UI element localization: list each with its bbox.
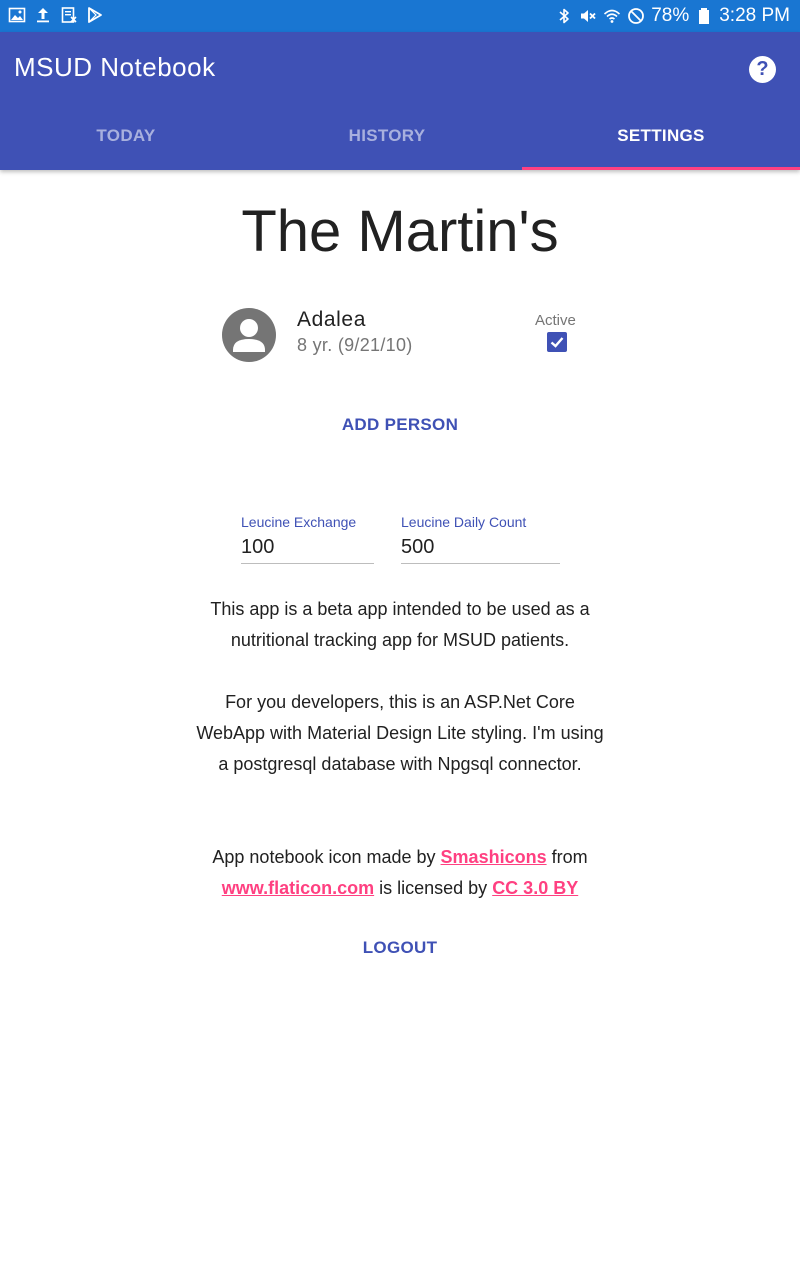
flaticon-link[interactable]: www.flaticon.com [222, 878, 374, 898]
mute-icon [579, 7, 597, 25]
credit-prefix: App notebook icon made by [212, 847, 441, 867]
leucine-exchange-label: Leucine Exchange [241, 514, 357, 530]
tab-history[interactable]: HISTORY [252, 102, 522, 170]
system-icons: 78% 3:28 PM [555, 0, 790, 32]
help-button[interactable]: ? [749, 56, 776, 83]
tab-bar: TODAY HISTORY SETTINGS [0, 102, 800, 170]
credit-from: from [546, 847, 588, 867]
document-icon [60, 6, 78, 24]
person-name: Adalea [297, 308, 366, 331]
battery-percent: 78% [651, 5, 690, 26]
clock: 3:28 PM [719, 5, 790, 26]
developer-notice: For you developers, this is an ASP.Net C… [196, 692, 604, 774]
person-row: Adalea 8 yr. (9/21/10) Active [222, 306, 592, 366]
upload-icon [34, 6, 52, 24]
app-title: MSUD Notebook [14, 52, 216, 82]
tab-settings[interactable]: SETTINGS [522, 102, 800, 170]
help-icon: ? [756, 58, 769, 80]
wifi-icon [603, 7, 621, 25]
person-age: 8 yr. (9/21/10) [297, 335, 413, 355]
image-icon [8, 6, 26, 24]
active-label: Active [535, 312, 576, 329]
battery-icon [695, 7, 713, 25]
logout-button[interactable]: LOGOUT [0, 938, 800, 958]
active-checkbox[interactable] [547, 332, 567, 352]
icon-credit: App notebook icon made by Smashicons fro… [190, 842, 610, 904]
beta-notice: This app is a beta app intended to be us… [210, 599, 590, 650]
status-bar: 78% 3:28 PM [0, 0, 800, 32]
leucine-exchange-field: Leucine Exchange 100 [241, 514, 374, 564]
family-title: The Martin's [241, 199, 559, 264]
add-person-button[interactable]: ADD PERSON [0, 415, 800, 435]
app-bar: MSUD Notebook ? TODAY HISTORY SETTINGS [0, 32, 800, 170]
notification-icons [8, 6, 104, 24]
leucine-daily-input[interactable]: 500 [401, 536, 560, 564]
smashicons-link[interactable]: Smashicons [441, 847, 547, 867]
avatar [222, 308, 276, 362]
blocked-icon [627, 7, 645, 25]
person-icon [233, 319, 265, 352]
leucine-daily-field: Leucine Daily Count 500 [401, 514, 560, 564]
play-store-icon [86, 6, 104, 24]
bluetooth-icon [555, 7, 573, 25]
credit-licensed: is licensed by [374, 878, 493, 898]
leucine-daily-label: Leucine Daily Count [401, 514, 527, 530]
license-link[interactable]: CC 3.0 BY [492, 878, 578, 898]
leucine-exchange-input[interactable]: 100 [241, 536, 374, 564]
tab-today[interactable]: TODAY [0, 102, 252, 170]
checkmark-icon [550, 337, 564, 348]
